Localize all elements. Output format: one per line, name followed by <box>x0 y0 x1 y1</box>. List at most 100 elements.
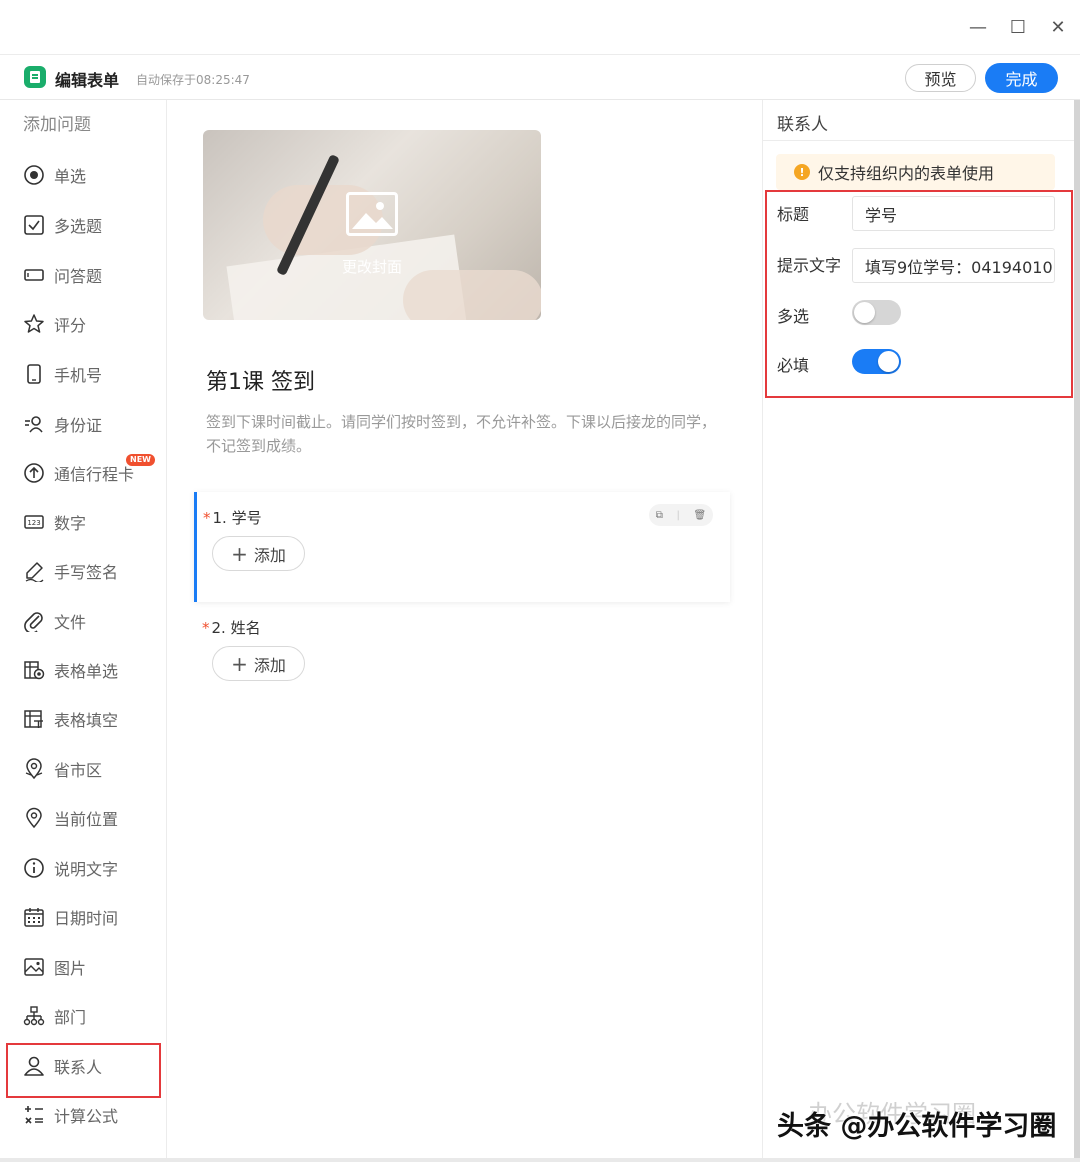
plus-icon: + <box>231 651 248 676</box>
question-card-active[interactable]: * 1. 学号 ⧉ | 🗑 + 添加 <box>194 492 730 602</box>
info-icon <box>22 856 46 880</box>
sidebar-item-multi-choice[interactable]: 多选题 <box>22 210 162 240</box>
form-title[interactable]: 第1课 签到 <box>206 364 315 396</box>
image-icon <box>346 192 398 236</box>
sidebar-item-description[interactable]: 说明文字 <box>22 853 162 883</box>
sidebar-item-signature[interactable]: 手写签名 <box>22 556 162 586</box>
phone-icon <box>22 362 46 386</box>
sidebar-item-table-fill[interactable]: 表格填空 <box>22 704 162 734</box>
form-description[interactable]: 签到下课时间截止。请同学们按时签到，不允许补签。下课以后接龙的同学，不记签到成绩… <box>206 410 721 458</box>
map-icon <box>22 757 46 781</box>
sidebar-item-label: 问答题 <box>54 267 103 286</box>
question-number: 2. <box>211 619 226 637</box>
signature-icon <box>22 559 46 583</box>
panel-heading: 联系人 <box>777 115 828 135</box>
sidebar-item-label: 日期时间 <box>54 909 119 928</box>
sidebar-item-rating[interactable]: 评分 <box>22 309 162 339</box>
properties-highlight-box <box>765 190 1073 398</box>
sidebar-item-qa[interactable]: 问答题 <box>22 260 162 290</box>
sidebar-item-file[interactable]: 文件 <box>22 606 162 636</box>
editor-header: 编辑表单 自动保存于08:25:47 预览 完成 <box>0 55 1080 100</box>
upload-circle-icon <box>22 461 46 485</box>
question-number: 1. <box>212 509 227 527</box>
sidebar-item-label: 表格单选 <box>54 662 119 681</box>
trash-icon[interactable]: 🗑 <box>694 510 707 521</box>
formula-icon <box>22 1103 46 1127</box>
properties-panel: 联系人 ! 仅支持组织内的表单使用 标题 学号 提示文字 填写9位学号：04194… <box>762 100 1075 1162</box>
sidebar-item-datetime[interactable]: 日期时间 <box>22 902 162 932</box>
form-logo-icon <box>24 66 46 88</box>
sidebar-item-label: 单选 <box>54 167 87 186</box>
table-radio-icon <box>22 658 46 682</box>
cover-hand <box>403 270 541 320</box>
page-title: 编辑表单 <box>55 71 120 90</box>
sidebar-item-label: 计算公式 <box>54 1107 119 1126</box>
calendar-icon <box>22 905 46 929</box>
sidebar-item-label: 图片 <box>54 959 87 978</box>
svg-text:123: 123 <box>27 519 40 527</box>
scrollbar[interactable] <box>1074 100 1080 1158</box>
contact-highlight-box <box>6 1043 161 1098</box>
question-label: 学号 <box>231 509 262 527</box>
required-mark: * <box>202 619 210 637</box>
close-icon[interactable]: ✕ <box>1045 14 1071 40</box>
sidebar-item-phone[interactable]: 手机号 <box>22 359 162 389</box>
notice-text: 仅支持组织内的表单使用 <box>818 164 995 183</box>
autosave-status: 自动保存于08:25:47 <box>136 73 250 87</box>
done-button[interactable]: 完成 <box>985 63 1058 93</box>
sidebar-heading: 添加问题 <box>23 115 91 135</box>
textbox-icon <box>22 263 46 287</box>
question-toolbar: ⧉ | 🗑 <box>649 504 713 526</box>
table-fill-icon <box>22 707 46 731</box>
window-bottom-edge <box>0 1158 1080 1162</box>
sidebar-item-location[interactable]: 当前位置 <box>22 803 162 833</box>
divider <box>763 140 1075 141</box>
plus-icon: + <box>231 541 248 566</box>
new-badge: NEW <box>126 454 155 466</box>
sidebar-item-label: 表格填空 <box>54 711 119 730</box>
sidebar-item-label: 当前位置 <box>54 810 119 829</box>
question-title[interactable]: * 2. 姓名 <box>202 617 261 638</box>
radio-icon <box>22 163 46 187</box>
toolbar-divider: | <box>676 509 680 521</box>
add-button-label: 添加 <box>253 545 286 565</box>
sidebar-item-label: 省市区 <box>54 761 103 780</box>
sidebar-item-table-radio[interactable]: 表格单选 <box>22 655 162 685</box>
sidebar-item-label: 说明文字 <box>54 860 119 879</box>
question-type-sidebar: 添加问题 单选 多选题 问答题 评分 手机号 身份证 通信行程卡 NEW 123… <box>0 100 167 1162</box>
change-cover-label[interactable]: 更改封面 <box>203 256 541 277</box>
number-icon: 123 <box>22 510 46 534</box>
sidebar-item-label: 数字 <box>54 514 87 533</box>
sidebar-item-label: 手写签名 <box>54 563 119 582</box>
add-button[interactable]: + 添加 <box>212 646 305 681</box>
form-cover-image[interactable]: 更改封面 <box>203 130 541 320</box>
window-titlebar: — ☐ ✕ <box>0 0 1080 55</box>
maximize-icon[interactable]: ☐ <box>1005 14 1031 40</box>
sidebar-item-id-card[interactable]: 身份证 <box>22 409 162 439</box>
sidebar-item-label: 身份证 <box>54 416 103 435</box>
warning-icon: ! <box>794 164 810 180</box>
sidebar-item-formula[interactable]: 计算公式 <box>22 1100 162 1130</box>
paperclip-icon <box>22 609 46 633</box>
checkbox-icon <box>22 213 46 237</box>
sidebar-item-image[interactable]: 图片 <box>22 952 162 982</box>
sidebar-item-region[interactable]: 省市区 <box>22 754 162 784</box>
minimize-icon[interactable]: — <box>965 14 991 40</box>
sidebar-item-label: 部门 <box>54 1008 87 1027</box>
id-card-icon <box>22 412 46 436</box>
form-editor-canvas: 更改封面 第1课 签到 签到下课时间截止。请同学们按时签到，不允许补签。下课以后… <box>167 100 762 1162</box>
sidebar-item-label: 评分 <box>54 316 87 335</box>
sidebar-item-travel-card[interactable]: 通信行程卡 NEW <box>22 454 162 488</box>
add-button-label: 添加 <box>253 655 286 675</box>
image-icon <box>22 955 46 979</box>
sidebar-item-single-choice[interactable]: 单选 <box>22 160 162 190</box>
preview-button[interactable]: 预览 <box>905 64 976 92</box>
sidebar-item-label: 通信行程卡 <box>54 465 135 484</box>
sidebar-item-department[interactable]: 部门 <box>22 1001 162 1031</box>
sidebar-item-label: 手机号 <box>54 366 103 385</box>
sidebar-item-number[interactable]: 123 数字 <box>22 507 162 537</box>
copy-icon[interactable]: ⧉ <box>656 510 663 521</box>
location-pin-icon <box>22 806 46 830</box>
add-button[interactable]: + 添加 <box>212 536 305 571</box>
required-mark: * <box>203 509 211 527</box>
